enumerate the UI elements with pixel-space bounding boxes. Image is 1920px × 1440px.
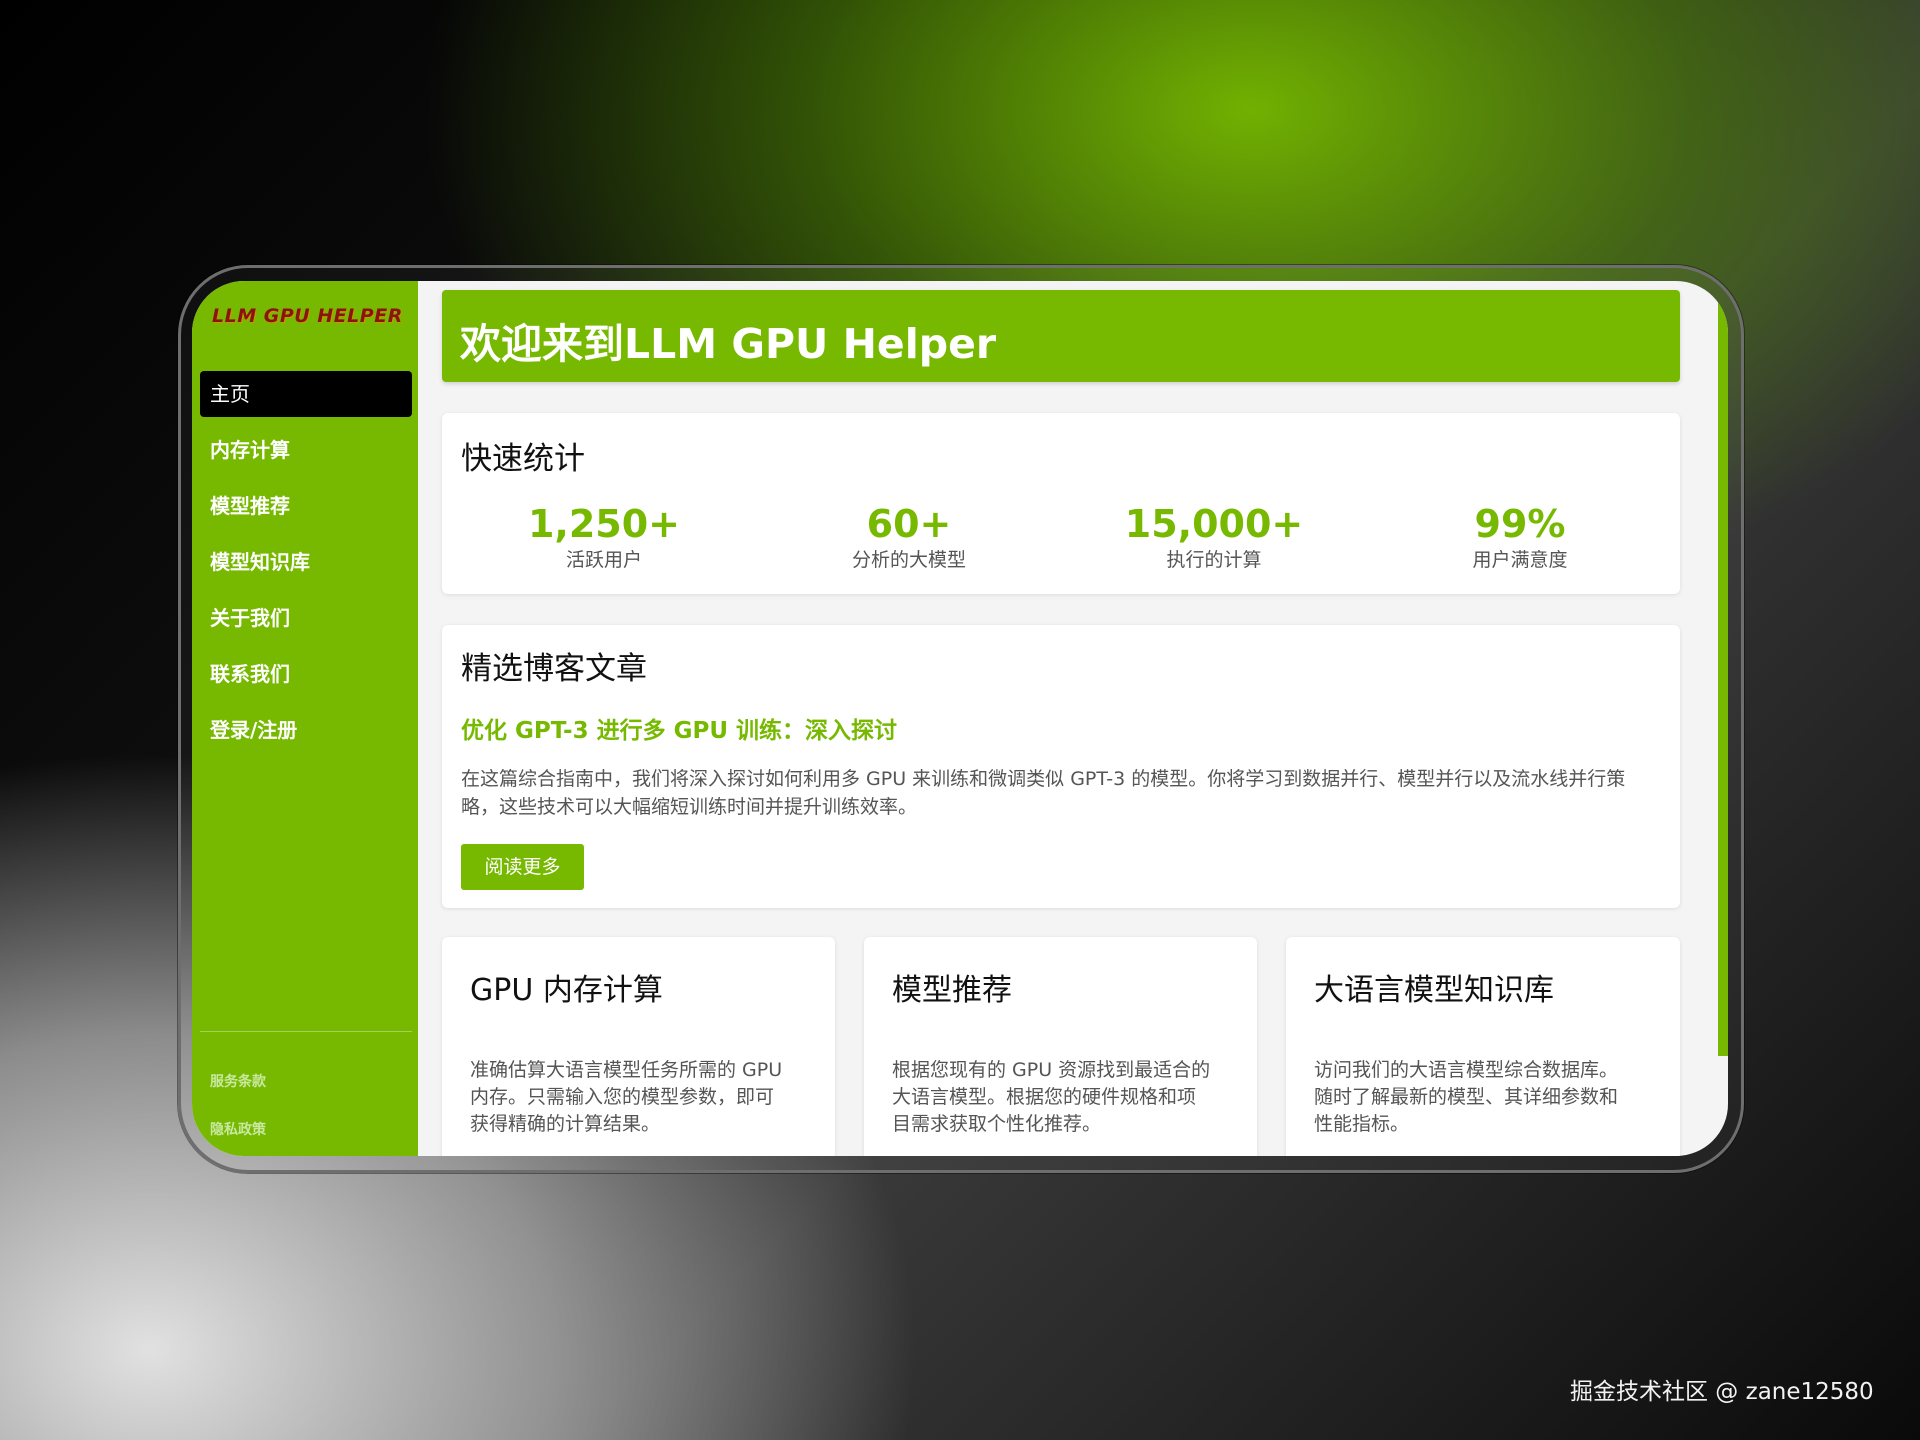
feature-card-model-recommend[interactable]: 模型推荐 根据您现有的 GPU 资源找到最适合的大语言模型。根据您的硬件规格和项… <box>864 937 1257 1156</box>
sidebar-item-memory-calc[interactable]: 内存计算 <box>200 427 412 473</box>
feature-title: 模型推荐 <box>892 973 1012 1008</box>
stat-label: 执行的计算 <box>1166 549 1262 571</box>
stat-value: 1,250+ <box>527 502 681 546</box>
feature-description: 准确估算大语言模型任务所需的 GPU 内存。只需输入您的模型参数，即可获得精确的… <box>470 1059 783 1135</box>
sidebar-divider <box>200 1031 412 1032</box>
stat-active-users: 1,250+ 活跃用户 <box>454 501 754 573</box>
read-more-button[interactable]: 阅读更多 <box>461 844 584 890</box>
feature-title: 大语言模型知识库 <box>1314 973 1554 1008</box>
stat-label: 用户满意度 <box>1472 549 1568 571</box>
stat-models-analyzed: 60+ 分析的大模型 <box>759 501 1059 573</box>
app-logo[interactable]: LLM GPU HELPER <box>212 305 402 335</box>
terms-link[interactable]: 服务条款 <box>210 1071 266 1091</box>
stat-value: 15,000+ <box>1124 502 1304 546</box>
sidebar-item-login[interactable]: 登录/注册 <box>200 707 412 753</box>
watermark: 掘金技术社区 @ zane12580 <box>1570 1379 1874 1405</box>
privacy-link[interactable]: 隐私政策 <box>210 1119 266 1139</box>
stat-satisfaction: 99% 用户满意度 <box>1370 501 1670 573</box>
stat-label: 分析的大模型 <box>851 549 966 571</box>
feature-description: 访问我们的大语言模型综合数据库。随时了解最新的模型、其详细参数和性能指标。 <box>1314 1059 1619 1135</box>
blog-section-title: 精选博客文章 <box>461 651 647 687</box>
sidebar-nav: 主页 内存计算 模型推荐 模型知识库 关于我们 联系我们 登录/注册 <box>200 371 412 763</box>
sidebar-item-knowledge-base[interactable]: 模型知识库 <box>200 539 412 585</box>
app-window: LLM GPU HELPER 主页 内存计算 模型推荐 模型知识库 关于我们 联… <box>192 281 1728 1156</box>
scrollbar[interactable] <box>1718 281 1728 1056</box>
stat-label: 活跃用户 <box>565 549 642 571</box>
feature-title: GPU 内存计算 <box>470 973 663 1008</box>
article-excerpt: 在这篇综合指南中，我们将深入探讨如何利用多 GPU 来训练和微调类似 GPT-3… <box>461 768 1626 818</box>
sidebar-item-about[interactable]: 关于我们 <box>200 595 412 641</box>
main-content: 欢迎来到LLM GPU Helper 快速统计 1,250+ 活跃用户 60+ … <box>442 281 1682 1156</box>
feature-card-knowledge-base[interactable]: 大语言模型知识库 访问我们的大语言模型综合数据库。随时了解最新的模型、其详细参数… <box>1286 937 1680 1156</box>
sidebar-item-contact[interactable]: 联系我们 <box>200 651 412 697</box>
feature-description: 根据您现有的 GPU 资源找到最适合的大语言模型。根据您的硬件规格和项目需求获取… <box>892 1059 1211 1135</box>
article-title-link[interactable]: 优化 GPT-3 进行多 GPU 训练：深入探讨 <box>461 711 897 745</box>
page-title: 欢迎来到LLM GPU Helper <box>460 320 997 368</box>
stat-value: 60+ <box>866 502 952 546</box>
welcome-banner: 欢迎来到LLM GPU Helper <box>442 290 1680 382</box>
blog-card: 精选博客文章 优化 GPT-3 进行多 GPU 训练：深入探讨 在这篇综合指南中… <box>442 625 1680 908</box>
stat-calculations: 15,000+ 执行的计算 <box>1064 501 1364 573</box>
feature-card-gpu-memory[interactable]: GPU 内存计算 准确估算大语言模型任务所需的 GPU 内存。只需输入您的模型参… <box>442 937 835 1156</box>
sidebar: LLM GPU HELPER 主页 内存计算 模型推荐 模型知识库 关于我们 联… <box>192 281 418 1156</box>
stat-value: 99% <box>1474 502 1566 546</box>
stats-card: 快速统计 1,250+ 活跃用户 60+ 分析的大模型 15,000+ 执行的计… <box>442 413 1680 594</box>
stats-title: 快速统计 <box>461 441 585 477</box>
sidebar-item-home[interactable]: 主页 <box>200 371 412 417</box>
sidebar-item-model-recommend[interactable]: 模型推荐 <box>200 483 412 529</box>
